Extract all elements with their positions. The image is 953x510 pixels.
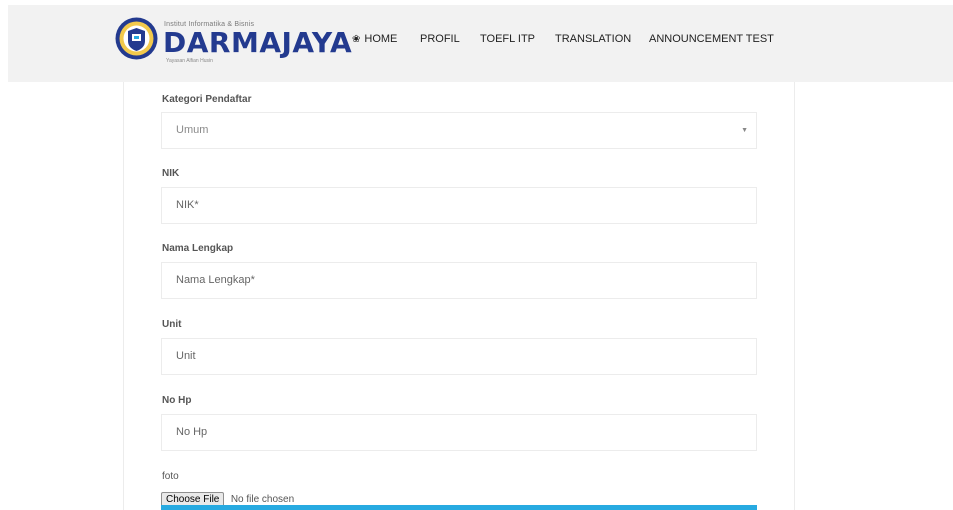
kategori-label: Kategori Pendaftar	[162, 94, 252, 105]
nav-translation[interactable]: TRANSLATION	[555, 33, 631, 45]
logo-tagline: Yayasan Alfian Husin	[166, 58, 213, 64]
darmajaya-logo-emblem	[115, 17, 158, 60]
nav-profil[interactable]: PROFIL	[420, 33, 460, 45]
unit-label: Unit	[162, 319, 182, 330]
nik-field-box	[161, 187, 757, 224]
nav-announcement-test[interactable]: ANNOUNCEMENT TEST	[649, 33, 774, 45]
no-hp-field-box	[161, 414, 757, 451]
home-icon: ❀	[352, 34, 361, 45]
page: Institut Informatika & Bisnis DARMAJAYA …	[0, 0, 953, 510]
nik-input[interactable]	[176, 188, 736, 223]
file-status-text: No file chosen	[230, 494, 295, 505]
kategori-select[interactable]: Umum ▼	[161, 112, 757, 149]
logo-title[interactable]: DARMAJAYA	[163, 26, 352, 59]
nama-lengkap-field-box	[161, 262, 757, 299]
nama-lengkap-input[interactable]	[176, 263, 736, 298]
no-hp-input[interactable]	[176, 415, 736, 450]
chevron-down-icon: ▼	[741, 127, 748, 134]
nav-home-label: HOME	[364, 33, 398, 45]
foto-label: foto	[162, 471, 179, 482]
no-hp-label: No Hp	[162, 395, 192, 406]
nav-toefl-itp[interactable]: TOEFL ITP	[480, 33, 535, 45]
nav-home[interactable]: ❀ HOME	[352, 33, 397, 45]
nik-label: NIK	[162, 168, 180, 179]
unit-field-box	[161, 338, 757, 375]
kategori-selected-value: Umum	[176, 124, 209, 136]
submit-button[interactable]	[161, 505, 757, 510]
unit-input[interactable]	[176, 339, 736, 374]
nama-lengkap-label: Nama Lengkap	[162, 243, 234, 254]
